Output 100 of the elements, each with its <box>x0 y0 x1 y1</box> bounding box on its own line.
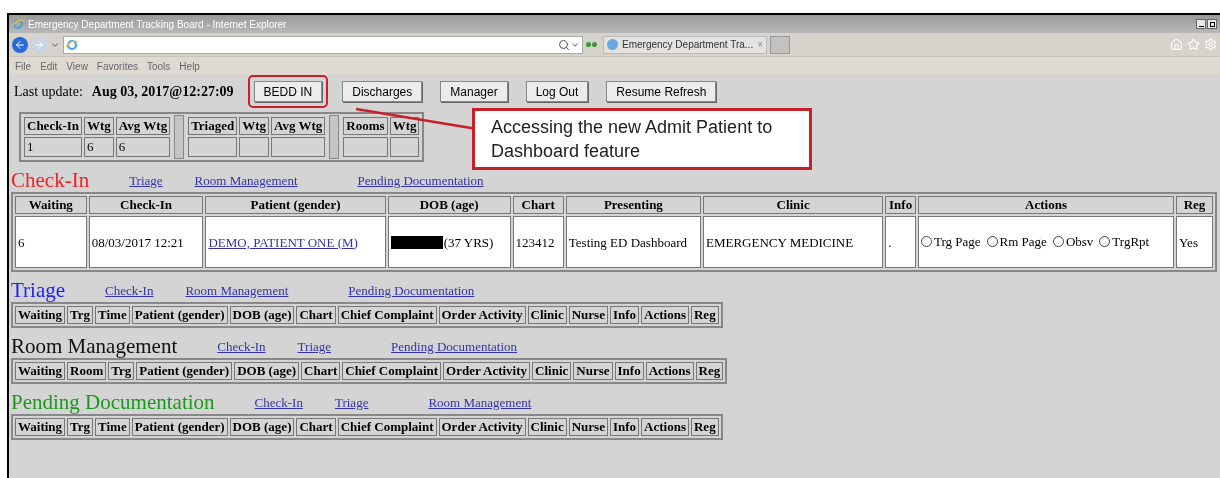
column-header: Check-In <box>88 196 204 214</box>
summary-header: Wtg <box>239 117 270 135</box>
section-link[interactable]: Check-In <box>105 280 154 300</box>
summary-header: Wtg <box>389 117 420 135</box>
column-header: Reg <box>690 306 719 324</box>
action-radio[interactable]: Rm Page <box>986 233 1047 250</box>
column-header: Info <box>609 418 640 436</box>
column-header: Clinic <box>703 196 884 214</box>
column-header: Presenting <box>565 196 701 214</box>
menu-item[interactable]: Tools <box>147 58 171 74</box>
globe-icon <box>607 39 618 50</box>
settings-icon[interactable] <box>1204 38 1217 51</box>
toolbar-button[interactable]: Manager <box>440 81 508 103</box>
column-header: Trg <box>67 418 94 436</box>
back-icon[interactable] <box>12 36 28 53</box>
column-header: Nurse <box>568 306 608 324</box>
column-header: Chief Complaint <box>337 306 437 324</box>
column-header: DOB (age) <box>234 362 300 380</box>
section-link[interactable]: Pending Documentation <box>348 280 475 300</box>
summary-header: Triaged <box>188 117 238 135</box>
column-header: Chart <box>296 306 336 324</box>
column-header: Reg <box>695 362 724 380</box>
toolbar-button[interactable]: Discharges <box>342 81 423 103</box>
column-header: Nurse <box>568 418 608 436</box>
action-radio[interactable]: Trg Page <box>920 233 981 250</box>
favorites-icon[interactable] <box>1187 38 1200 51</box>
column-header: Actions <box>917 196 1175 214</box>
address-field[interactable] <box>63 35 583 54</box>
column-header: Trg <box>67 306 94 324</box>
summary-cell <box>188 137 238 157</box>
toolbar-button[interactable]: Log Out <box>525 81 589 103</box>
table-cell: . <box>885 216 916 268</box>
menu-item[interactable]: File <box>15 58 32 74</box>
new-tab-button[interactable] <box>770 35 790 54</box>
search-icon[interactable] <box>558 38 570 51</box>
section-link[interactable]: Pending Documentation <box>357 170 484 190</box>
section-link[interactable]: Triage <box>129 170 163 190</box>
summary-cell: 1 <box>24 137 82 157</box>
column-header: Time <box>95 306 130 324</box>
age-text: (37 YRS) <box>443 233 494 251</box>
column-header: Patient (gender) <box>131 306 228 324</box>
last-update-time: Aug 03, 2017@12:27:09 <box>91 83 234 101</box>
column-header: Info <box>609 306 640 324</box>
column-header: Patient (gender) <box>136 362 233 380</box>
section-link[interactable]: Check-In <box>217 336 266 356</box>
column-header: Clinic <box>527 418 567 436</box>
column-header: Info <box>885 196 916 214</box>
action-radio[interactable]: Obsv <box>1052 233 1094 250</box>
section-link[interactable]: Triage <box>334 392 369 412</box>
section-link[interactable]: Check-In <box>254 392 303 412</box>
table-cell: 6 <box>15 216 87 268</box>
section-title: Room Management <box>11 334 178 358</box>
column-header: DOB (age) <box>229 306 295 324</box>
summary-header: Check-In <box>24 117 82 135</box>
table-cell: EMERGENCY MEDICINE <box>703 216 884 268</box>
table-cell: 123412 <box>512 216 564 268</box>
column-header: Waiting <box>15 418 66 436</box>
callout-box: Accessing the new Admit Patient to Dashboard feature <box>472 108 812 170</box>
section-link[interactable]: Room Management <box>194 170 298 190</box>
toolbar-button[interactable]: Resume Refresh <box>606 81 717 103</box>
summary-header: Avg Wtg <box>271 117 326 135</box>
section-link[interactable]: Room Management <box>428 392 532 412</box>
column-header: Reg <box>1176 196 1213 214</box>
column-header: Clinic <box>527 306 567 324</box>
page-icon <box>66 38 78 51</box>
section-link[interactable]: Triage <box>297 336 332 356</box>
column-header: Order Activity <box>438 306 526 324</box>
menu-item[interactable]: View <box>66 58 88 74</box>
column-header: Chart <box>512 196 564 214</box>
group-separator <box>174 115 185 159</box>
tab-title: Emergency Department Tra... <box>622 38 754 52</box>
column-header: Waiting <box>15 306 66 324</box>
redaction-bar <box>390 235 443 249</box>
section-link[interactable]: Pending Documentation <box>391 336 518 356</box>
action-radio[interactable]: TrgRpt <box>1099 233 1150 250</box>
last-update-label: Last update: <box>14 83 83 101</box>
summary-cell <box>239 137 270 157</box>
column-header: Chief Complaint <box>342 362 442 380</box>
summary-cell: 6 <box>115 137 171 157</box>
summary-header: Wtg <box>84 117 114 135</box>
table-cell: Testing ED Dashboard <box>565 216 701 268</box>
column-header: Trg <box>108 362 135 380</box>
menu-item[interactable]: Help <box>179 58 200 74</box>
menu-item[interactable]: Edit <box>40 58 58 74</box>
home-icon[interactable] <box>1170 38 1183 51</box>
table-cell: Yes <box>1176 216 1213 268</box>
toolbar-button[interactable]: BEDD IN <box>253 81 323 103</box>
section-title: Pending Documentation <box>11 390 215 414</box>
summary-cell <box>271 137 326 157</box>
column-header: Waiting <box>15 362 66 380</box>
minimize-icon[interactable] <box>1196 19 1206 29</box>
column-header: Info <box>614 362 644 380</box>
section-link[interactable]: Room Management <box>185 280 289 300</box>
column-header: Chart <box>296 418 336 436</box>
table-cell: 08/03/2017 12:21 <box>88 216 204 268</box>
column-header: Order Activity <box>443 362 531 380</box>
column-header: Actions <box>645 362 694 380</box>
maximize-icon[interactable] <box>1207 19 1217 29</box>
browser-tab[interactable]: Emergency Department Tra... × <box>603 35 767 54</box>
menu-item[interactable]: Favorites <box>96 58 138 74</box>
